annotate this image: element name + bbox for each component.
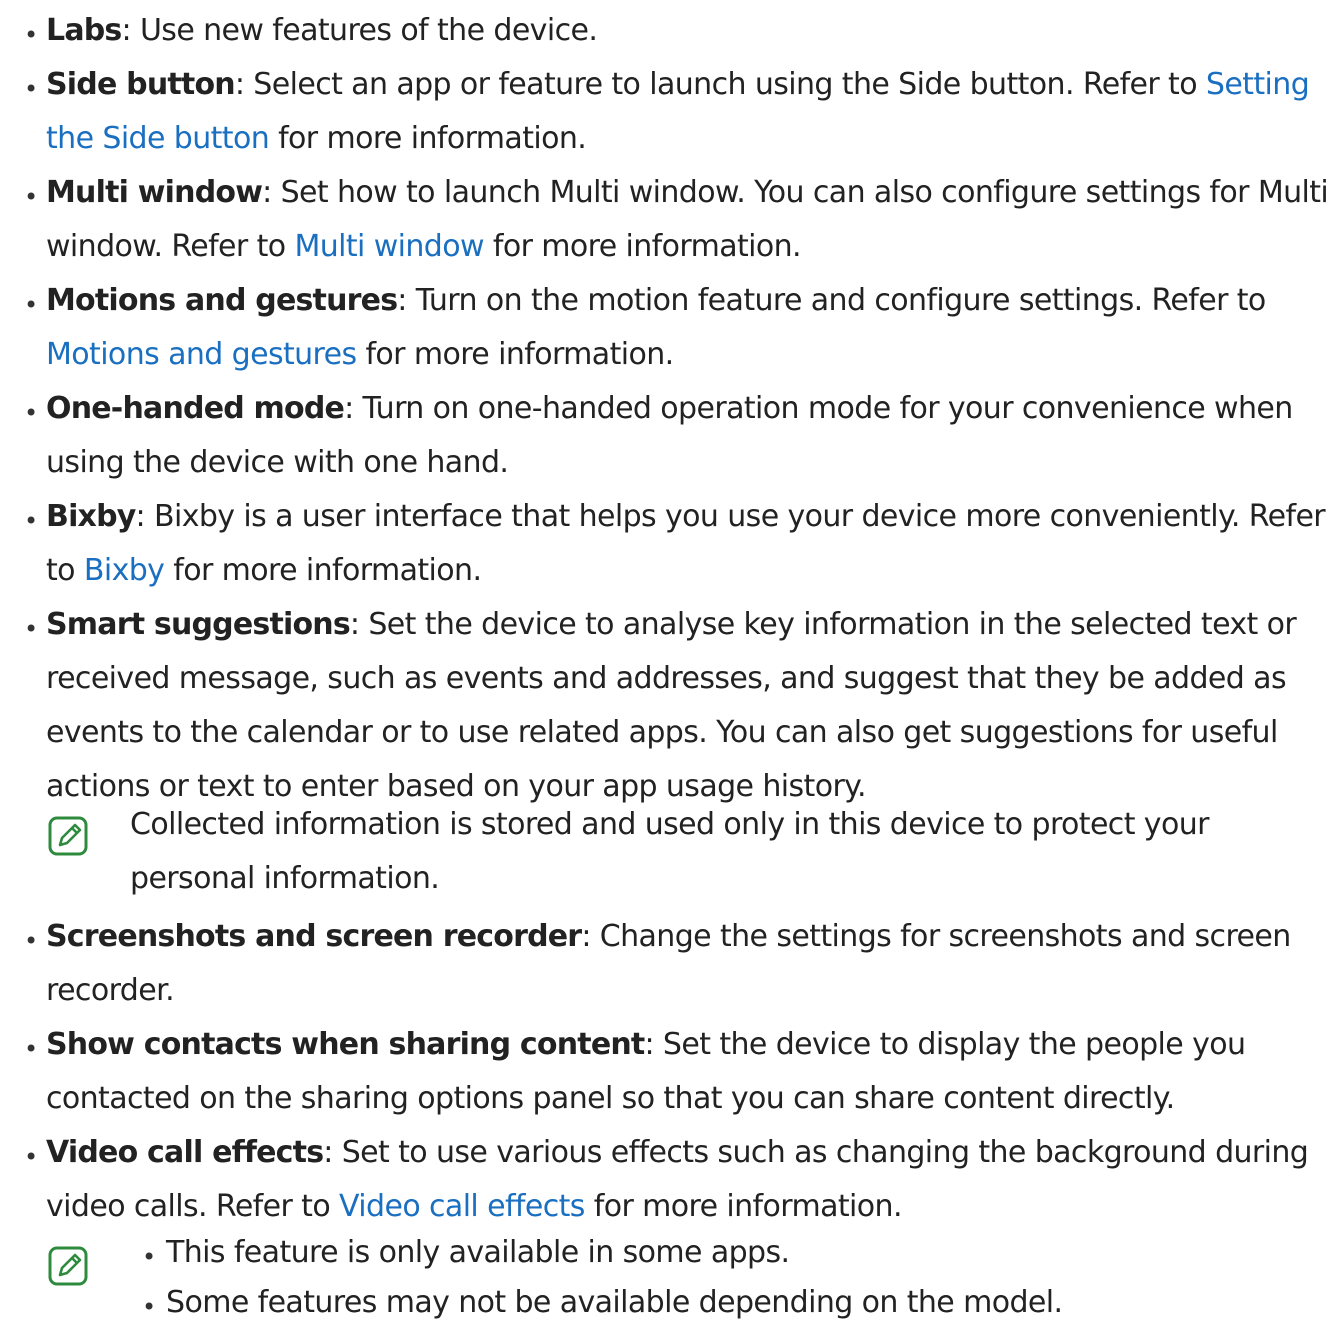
bullet-marker: • xyxy=(24,507,39,535)
item-separator: : xyxy=(397,283,416,318)
item-separator: : xyxy=(234,67,254,102)
note-list-item: Some features may not be available depen… xyxy=(166,1285,1063,1320)
item-separator: : xyxy=(262,175,281,210)
note-bullet-marker: • xyxy=(142,1293,157,1321)
bullet-marker: • xyxy=(24,927,39,955)
item-separator: : xyxy=(644,1027,663,1062)
item-term: Smart suggestions xyxy=(46,607,351,642)
note-pencil-icon xyxy=(48,1246,88,1286)
item-term: Side button xyxy=(46,67,236,102)
item-text: Select an app or feature to launch using… xyxy=(253,67,1206,102)
link-motions-gestures[interactable]: Motions and gestures xyxy=(46,337,357,372)
item-separator: : xyxy=(349,607,369,642)
item-separator: : xyxy=(581,919,600,954)
item-text: Turn on the motion feature and configure… xyxy=(415,283,1267,318)
list-item-video-call-effects: Video call effects: Set to use various e… xyxy=(46,1126,1336,1234)
note-list-item: This feature is only available in some a… xyxy=(166,1235,790,1270)
item-term: Video call effects xyxy=(46,1135,324,1170)
bullet-marker: • xyxy=(24,615,39,643)
item-term: Labs xyxy=(46,13,122,48)
note-pencil-icon xyxy=(48,816,88,856)
bullet-marker: • xyxy=(24,183,39,211)
link-multi-window[interactable]: Multi window xyxy=(294,229,484,264)
list-item-smart-suggestions: Smart suggestions: Set the device to ana… xyxy=(46,598,1336,814)
item-tail: for more information. xyxy=(483,229,802,264)
list-item-side-button: Side button: Select an app or feature to… xyxy=(46,58,1336,166)
item-tail: for more information. xyxy=(584,1189,903,1224)
note-text: Collected information is stored and used… xyxy=(130,807,1209,896)
list-item-screenshots: Screenshots and screen recorder: Change … xyxy=(46,910,1336,1018)
item-separator: : xyxy=(121,13,140,48)
list-item-labs: Labs: Use new features of the device. xyxy=(46,4,1336,58)
note-bullet-marker: • xyxy=(142,1243,157,1271)
link-bixby[interactable]: Bixby xyxy=(84,553,165,588)
item-term: Bixby xyxy=(46,499,136,534)
list-item-show-contacts: Show contacts when sharing content: Set … xyxy=(46,1018,1336,1126)
item-term: Motions and gestures xyxy=(46,283,398,318)
item-term: One-handed mode xyxy=(46,391,345,426)
bullet-marker: • xyxy=(24,75,39,103)
item-tail: for more information. xyxy=(356,337,674,372)
item-text: Use new features of the device. xyxy=(139,13,598,48)
item-term: Screenshots and screen recorder xyxy=(46,919,582,954)
item-separator: : xyxy=(323,1135,342,1170)
bullet-marker: • xyxy=(24,21,39,49)
bullet-marker: • xyxy=(24,291,39,319)
item-term: Show contacts when sharing content xyxy=(46,1027,645,1062)
list-item-motions-gestures: Motions and gestures: Turn on the motion… xyxy=(46,274,1336,382)
bullet-marker: • xyxy=(24,1035,39,1063)
bullet-marker: • xyxy=(24,399,39,427)
item-separator: : xyxy=(135,499,154,534)
list-item-one-handed-mode: One-handed mode: Turn on one-handed oper… xyxy=(46,382,1336,490)
item-tail: for more information. xyxy=(269,121,587,156)
bullet-marker: • xyxy=(24,1143,39,1171)
item-separator: : xyxy=(344,391,363,426)
list-item-bixby: Bixby: Bixby is a user interface that he… xyxy=(46,490,1336,598)
item-term: Multi window xyxy=(46,175,263,210)
item-tail: for more information. xyxy=(164,553,482,588)
list-item-multi-window: Multi window: Set how to launch Multi wi… xyxy=(46,166,1336,274)
link-video-call-effects[interactable]: Video call effects xyxy=(339,1189,585,1224)
